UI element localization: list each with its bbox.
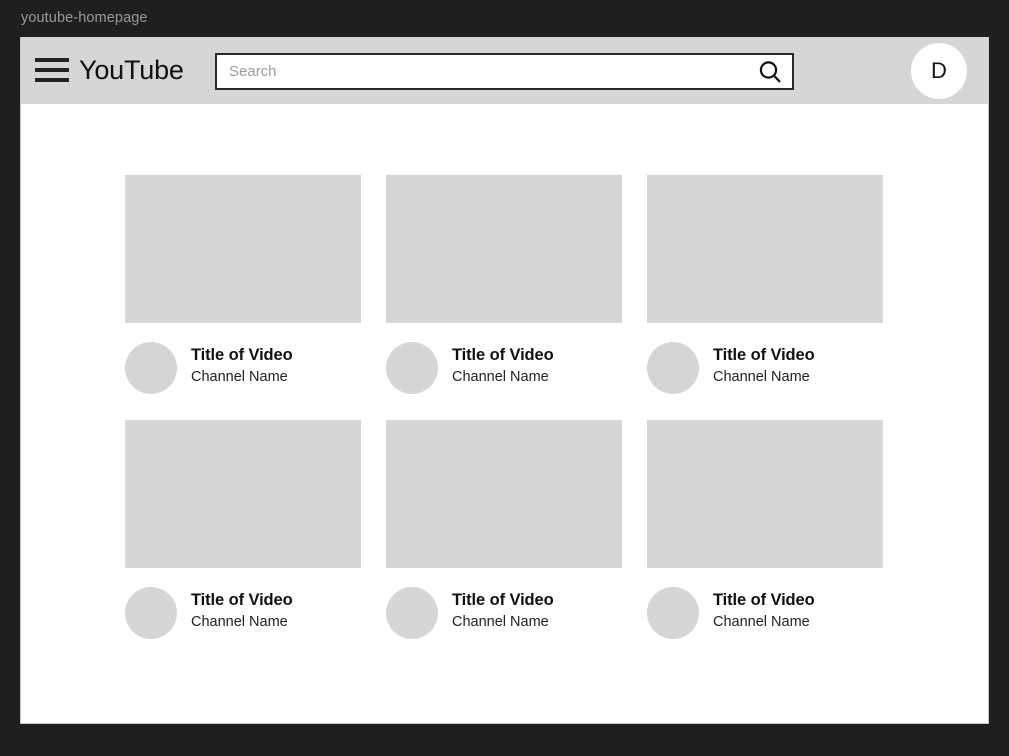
video-grid: Title of Video Channel Name Title of Vid… [125, 175, 883, 639]
video-card[interactable]: Title of Video Channel Name [647, 420, 883, 639]
video-thumbnail[interactable] [647, 175, 883, 323]
search-bar[interactable] [215, 53, 794, 90]
search-input[interactable] [217, 55, 748, 88]
channel-avatar[interactable] [647, 342, 699, 394]
brand-label: YouTube [79, 55, 184, 85]
video-title[interactable]: Title of Video [452, 590, 554, 611]
channel-avatar[interactable] [386, 587, 438, 639]
channel-avatar[interactable] [125, 587, 177, 639]
window-title: youtube-homepage [21, 10, 148, 27]
channel-avatar[interactable] [647, 587, 699, 639]
brand-logo[interactable]: YouTube [79, 37, 184, 104]
avatar-initial: D [931, 58, 947, 83]
video-title[interactable]: Title of Video [191, 590, 293, 611]
hamburger-menu-icon[interactable] [35, 52, 73, 88]
video-card[interactable]: Title of Video Channel Name [125, 420, 361, 639]
video-meta: Title of Video Channel Name [386, 587, 622, 639]
video-thumbnail[interactable] [647, 420, 883, 568]
video-text: Title of Video Channel Name [713, 587, 815, 632]
channel-name[interactable]: Channel Name [452, 368, 554, 388]
hamburger-bar [35, 78, 69, 82]
video-card[interactable]: Title of Video Channel Name [386, 175, 622, 394]
video-meta: Title of Video Channel Name [647, 342, 883, 394]
search-icon[interactable] [748, 55, 792, 88]
video-text: Title of Video Channel Name [452, 587, 554, 632]
channel-name[interactable]: Channel Name [452, 613, 554, 633]
video-card[interactable]: Title of Video Channel Name [386, 420, 622, 639]
channel-avatar[interactable] [386, 342, 438, 394]
video-text: Title of Video Channel Name [191, 342, 293, 387]
video-meta: Title of Video Channel Name [386, 342, 622, 394]
video-thumbnail[interactable] [386, 175, 622, 323]
video-card[interactable]: Title of Video Channel Name [125, 175, 361, 394]
video-thumbnail[interactable] [125, 175, 361, 323]
video-meta: Title of Video Channel Name [125, 342, 361, 394]
app-window: YouTube D Title of Video [20, 37, 989, 724]
main-content: Title of Video Channel Name Title of Vid… [21, 104, 988, 723]
hamburger-bar [35, 58, 69, 62]
video-text: Title of Video Channel Name [452, 342, 554, 387]
channel-name[interactable]: Channel Name [191, 368, 293, 388]
channel-name[interactable]: Channel Name [713, 613, 815, 633]
video-title[interactable]: Title of Video [713, 345, 815, 366]
channel-name[interactable]: Channel Name [191, 613, 293, 633]
video-title[interactable]: Title of Video [191, 345, 293, 366]
channel-name[interactable]: Channel Name [713, 368, 815, 388]
video-thumbnail[interactable] [125, 420, 361, 568]
video-meta: Title of Video Channel Name [647, 587, 883, 639]
video-title[interactable]: Title of Video [713, 590, 815, 611]
video-text: Title of Video Channel Name [713, 342, 815, 387]
channel-avatar[interactable] [125, 342, 177, 394]
video-meta: Title of Video Channel Name [125, 587, 361, 639]
video-text: Title of Video Channel Name [191, 587, 293, 632]
hamburger-bar [35, 68, 69, 72]
video-card[interactable]: Title of Video Channel Name [647, 175, 883, 394]
video-title[interactable]: Title of Video [452, 345, 554, 366]
avatar[interactable]: D [911, 43, 967, 99]
window-titlebar: youtube-homepage [0, 0, 1009, 37]
video-thumbnail[interactable] [386, 420, 622, 568]
site-header: YouTube D [21, 37, 988, 104]
